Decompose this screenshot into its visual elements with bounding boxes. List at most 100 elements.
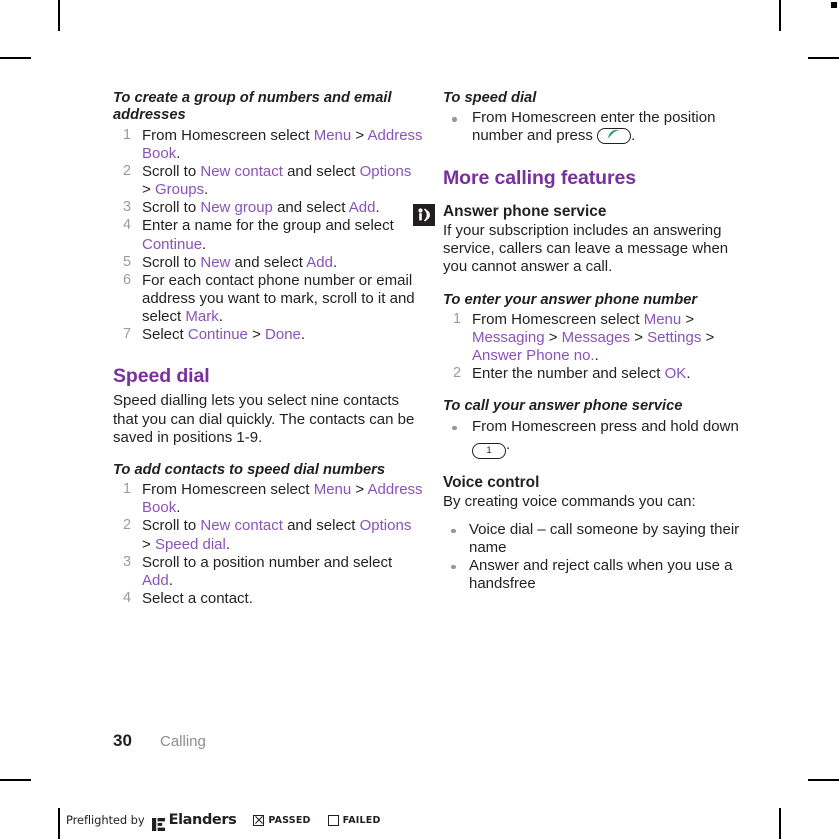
list-item: Select Continue > Done.: [113, 326, 423, 344]
steps-create-group: From Homescreen select Menu > Address Bo…: [113, 127, 423, 345]
call-key-icon: [597, 128, 632, 145]
step-text-run: and select: [272, 199, 349, 217]
step-text-run: .: [375, 199, 380, 217]
menu-reference: OK: [664, 365, 687, 383]
step-text-run: >: [630, 329, 648, 347]
step-text: Enter a name for the group and select Co…: [142, 217, 394, 252]
preflight-failed: FAILED: [327, 814, 381, 826]
bullets-voice-control: Voice dial – call someone by saying thei…: [443, 521, 753, 594]
bullet-text: From Homescreen press and hold down: [472, 417, 739, 435]
step-text-run: and select: [282, 517, 360, 535]
menu-reference: Add: [142, 571, 169, 589]
preflight-passed: PASSED: [253, 814, 311, 826]
step-text: Scroll to New group and select Add.: [142, 199, 380, 216]
passed-checkbox-icon[interactable]: [253, 814, 265, 826]
task-heading-add-speed-dial: To add contacts to speed dial numbers: [113, 461, 386, 478]
list-item: Scroll to New group and select Add.: [113, 199, 423, 217]
step-text-run: Scroll to: [142, 253, 201, 271]
feature-heading-answer-phone-service: Answer phone service: [443, 202, 607, 220]
list-item: Enter a name for the group and select Co…: [113, 217, 423, 253]
menu-reference: Messaging: [472, 329, 545, 347]
step-text: Select a contact.: [142, 590, 253, 607]
step-text-run: >: [681, 310, 695, 328]
list-item: From Homescreen select Menu > Address Bo…: [113, 127, 423, 163]
step-text-run: For each contact phone number or email a…: [142, 271, 415, 326]
step-text-run: .: [332, 253, 338, 271]
step-text-run: Select: [142, 326, 188, 344]
menu-reference: Messages: [561, 329, 631, 347]
menu-reference: Speed dial: [154, 535, 226, 553]
failed-checkbox-icon[interactable]: [327, 814, 339, 826]
task-heading-create-group: To create a group of numbers and email a…: [113, 90, 392, 124]
step-text-run: .: [218, 308, 223, 326]
key-1-label: 1: [486, 444, 492, 456]
step-text-run: >: [701, 329, 715, 347]
answer-phone-service-block: Answer phone service If your subscriptio…: [413, 202, 753, 277]
list-item: Scroll to New contact and select Options…: [113, 163, 423, 199]
left-column: To create a group of numbers and email a…: [113, 90, 423, 608]
list-item: Enter the number and select OK.: [443, 365, 753, 383]
step-text: Scroll to New and select Add.: [142, 254, 337, 271]
menu-reference: New contact: [200, 517, 283, 535]
crop-mark-bottom-left-horizontal: [0, 779, 31, 781]
chapter-name: Calling: [160, 733, 206, 750]
passed-label: PASSED: [268, 814, 311, 826]
bullets-call-answer-phone-service: From Homescreen press and hold down 1.: [443, 418, 753, 459]
step-text-run: and select: [230, 253, 307, 271]
crop-mark-bottom-right-vertical: [779, 808, 781, 839]
steps-enter-answer-phone-number: From Homescreen select Menu > Messaging …: [443, 311, 753, 384]
right-column: To speed dial From Homescreen enter the …: [413, 90, 753, 594]
menu-reference: Options: [359, 517, 412, 535]
step-text-run: .: [225, 535, 231, 553]
menu-reference: New contact: [200, 162, 283, 180]
answer-phone-service-body: If your subscription includes an answeri…: [443, 222, 729, 276]
menu-reference: New group: [200, 199, 273, 217]
list-item: From Homescreen enter the position numbe…: [443, 109, 753, 145]
step-text-run: .: [176, 499, 181, 517]
step-text: Select Continue > Done.: [142, 326, 305, 343]
menu-reference: Answer Phone no.: [472, 347, 595, 365]
step-text: For each contact phone number or email a…: [142, 272, 415, 325]
list-item: From Homescreen select Menu > Address Bo…: [113, 481, 423, 517]
preflight-label: Preflighted by: [66, 813, 145, 827]
step-text-run: From Homescreen select: [472, 310, 644, 328]
crop-mark-bottom-left-vertical: [58, 808, 60, 839]
step-text-run: From Homescreen select: [142, 481, 314, 499]
step-text-run: .: [204, 181, 209, 199]
step-text-run: and select: [282, 162, 360, 180]
step-text-run: Enter the number and select: [472, 365, 665, 383]
step-text-run: >: [247, 326, 266, 344]
list-item: From Homescreen press and hold down 1.: [443, 418, 753, 459]
list-item: For each contact phone number or email a…: [113, 272, 423, 326]
speed-dial-intro: Speed dialling lets you select nine cont…: [113, 392, 415, 446]
elanders-logo-icon: [151, 816, 165, 831]
bullets-speed-dial: From Homescreen enter the position numbe…: [443, 109, 753, 145]
bullet-text-suffix: .: [506, 435, 511, 453]
menu-reference: Mark: [185, 308, 219, 326]
step-text-run: .: [594, 347, 599, 365]
step-text: Enter the number and select OK.: [472, 365, 690, 382]
failed-label: FAILED: [342, 814, 381, 826]
list-item: From Homescreen select Menu > Messaging …: [443, 311, 753, 365]
menu-reference: Menu: [643, 310, 682, 328]
list-item: Voice dial – call someone by saying thei…: [443, 521, 753, 557]
menu-reference: Continue: [142, 235, 203, 253]
task-heading-enter-answer-phone-number: To enter your answer phone number: [443, 291, 698, 308]
elanders-brand-name: Elanders: [168, 812, 237, 828]
bullet-text: Answer and reject calls when you use a h…: [469, 556, 733, 592]
step-text: Scroll to New contact and select Options…: [142, 517, 411, 552]
menu-reference: Add: [306, 253, 333, 271]
step-text-run: .: [686, 365, 691, 383]
page-number: 30: [113, 731, 132, 750]
step-text: Scroll to a position number and select A…: [142, 554, 392, 589]
step-text-run: From Homescreen select: [142, 126, 314, 144]
list-item: Select a contact.: [113, 590, 423, 608]
list-item: Scroll to a position number and select A…: [113, 554, 423, 590]
step-text-run: Scroll to: [142, 162, 201, 180]
step-text-run: Enter a name for the group and select: [142, 217, 394, 235]
preflight-bar: Preflighted by Elanders PASSED FAILED: [66, 812, 381, 831]
